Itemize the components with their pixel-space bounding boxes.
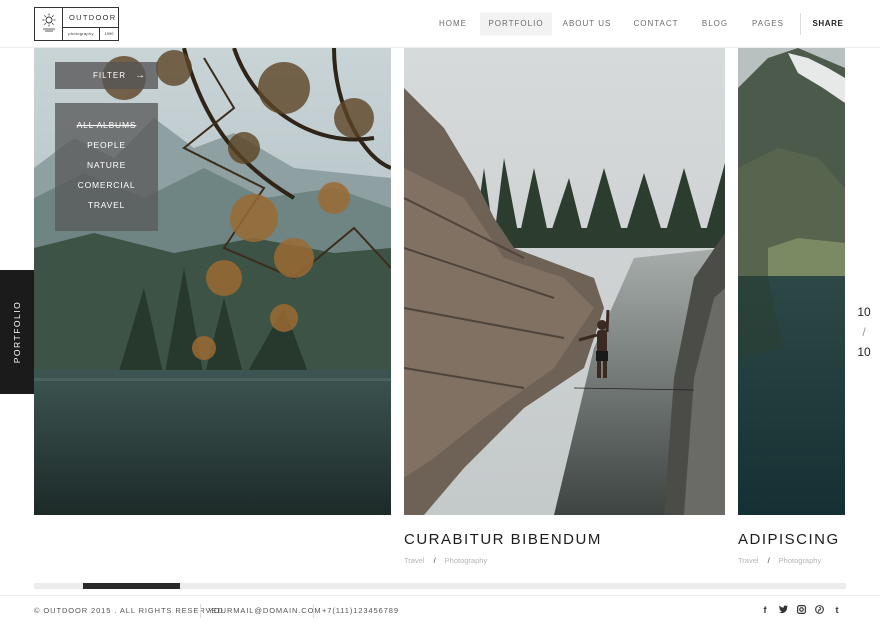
nav-about-us[interactable]: ABOUT US	[560, 13, 614, 35]
filter-label: FILTER	[93, 71, 126, 80]
counter-current: 10	[857, 305, 871, 319]
scrollbar-thumb[interactable]	[83, 583, 180, 589]
slide-type[interactable]: Photography	[779, 556, 822, 565]
filter-option-nature[interactable]: NATURE	[55, 160, 158, 180]
nav-contact[interactable]: CONTACT	[630, 13, 682, 35]
filter-option-people[interactable]: PEOPLE	[55, 140, 158, 160]
slide-meta: Travel / Photography	[738, 556, 822, 565]
pinterest-icon[interactable]	[813, 605, 825, 616]
counter-total: 10	[857, 345, 871, 359]
share-button[interactable]: SHARE	[806, 13, 850, 35]
filter-menu: ALL ALBUMS PEOPLE NATURE COMERCIAL TRAVE…	[55, 103, 158, 231]
site-header: OUTDOOR photography 1990 HOME PORTFOLIO …	[0, 0, 880, 48]
arrow-right-icon: →	[135, 70, 146, 81]
counter-separator: /	[862, 325, 866, 339]
site-footer: © OUTDOOR 2015 . ALL RIGHTS RESERVED. YO…	[0, 595, 880, 628]
slide-meta: Travel / Photography	[404, 556, 488, 565]
slide-title-clip: ADIPISCING ELIT	[738, 531, 845, 551]
instagram-icon[interactable]	[795, 605, 807, 616]
portfolio-image-canyon[interactable]	[404, 48, 725, 515]
brand-year: 1990	[104, 31, 114, 36]
side-tab-label: PORTFOLIO	[12, 300, 22, 364]
footer-phone: +7(111)123456789	[322, 606, 399, 615]
footer-divider	[200, 604, 201, 618]
nav-home[interactable]: HOME	[432, 13, 474, 35]
sun-icon	[35, 8, 63, 40]
brand-tagline: photography	[63, 28, 100, 40]
twitter-icon[interactable]	[777, 605, 789, 615]
filter-option-all-albums[interactable]: ALL ALBUMS	[55, 120, 158, 140]
slide-category[interactable]: Travel	[738, 556, 759, 565]
slide-title[interactable]: CURABITUR BIBENDUM	[404, 531, 602, 548]
facebook-icon[interactable]: f	[759, 605, 771, 615]
slide-category[interactable]: Travel	[404, 556, 425, 565]
portfolio-image-fjord[interactable]	[738, 48, 845, 515]
nav-blog[interactable]: BLOG	[698, 13, 732, 35]
tumblr-icon[interactable]: t	[831, 605, 843, 615]
filter-option-travel[interactable]: TRAVEL	[55, 200, 158, 220]
filter-button[interactable]: FILTER →	[55, 62, 158, 89]
filter-option-comercial[interactable]: COMERCIAL	[55, 180, 158, 200]
portfolio-side-tab[interactable]: PORTFOLIO	[0, 270, 34, 394]
footer-email[interactable]: YOURMAIL@DOMAIN.COM	[208, 606, 321, 615]
nav-pages[interactable]: PAGES	[748, 13, 788, 35]
nav-divider	[800, 13, 801, 35]
brand-logo[interactable]: OUTDOOR photography 1990	[34, 7, 119, 41]
slide-title[interactable]: ADIPISCING ELIT	[738, 531, 845, 548]
slide-counter: 10 / 10	[856, 302, 872, 362]
footer-copyright: © OUTDOOR 2015 . ALL RIGHTS RESERVED.	[34, 606, 227, 615]
nav-portfolio[interactable]: PORTFOLIO	[480, 13, 552, 35]
slide-type[interactable]: Photography	[445, 556, 488, 565]
brand-name: OUTDOOR	[63, 8, 118, 28]
footer-divider	[313, 604, 314, 618]
